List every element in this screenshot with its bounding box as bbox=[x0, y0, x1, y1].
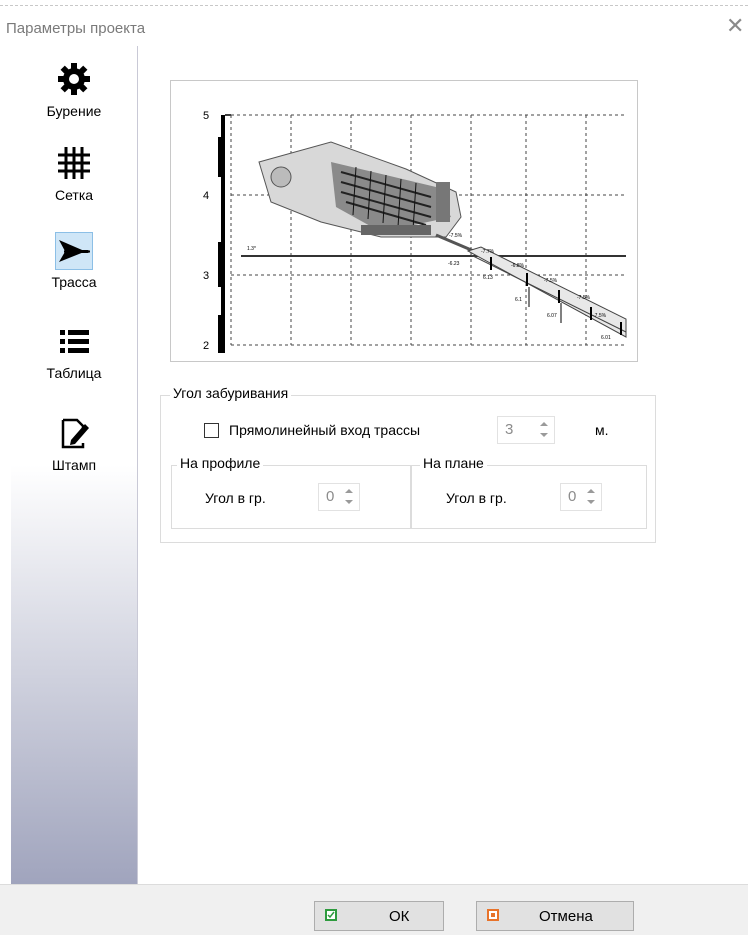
grid-icon bbox=[55, 144, 93, 182]
title-bar: Параметры проекта ✕ bbox=[0, 0, 748, 46]
sidebar-item-stamp[interactable]: Штамп bbox=[11, 414, 137, 473]
y-tick-label: 4 bbox=[203, 190, 209, 202]
ok-button[interactable]: ОК bbox=[314, 901, 444, 931]
window-title: Параметры проекта bbox=[6, 20, 146, 37]
sidebar-item-label: Трасса bbox=[51, 274, 97, 290]
sidebar-item-route[interactable]: Трасса bbox=[11, 232, 137, 290]
sidebar-item-label: Таблица bbox=[46, 365, 102, 381]
cancel-button[interactable]: Отмена bbox=[476, 901, 634, 931]
entry-length-unit: м. bbox=[595, 422, 609, 438]
close-icon[interactable]: ✕ bbox=[726, 14, 744, 39]
route-annotation: 6.13 bbox=[483, 275, 493, 281]
y-tick-label: 5 bbox=[203, 110, 209, 122]
plan-group-title: На плане bbox=[420, 455, 487, 471]
plan-angle-stepper[interactable]: 0 bbox=[560, 483, 602, 511]
spin-down-button[interactable] bbox=[339, 497, 357, 508]
y-tick-label: 2 bbox=[203, 340, 209, 352]
spin-down-button[interactable] bbox=[534, 430, 552, 441]
sidebar-item-table[interactable]: Таблица bbox=[11, 322, 137, 381]
dialog-footer: ОК Отмена bbox=[0, 884, 748, 935]
cancel-icon bbox=[487, 909, 499, 921]
sidebar-item-grid[interactable]: Сетка bbox=[11, 144, 137, 203]
spin-up-button[interactable] bbox=[581, 486, 599, 497]
plan-angle-label: Угол в гр. bbox=[446, 490, 507, 506]
drilling-rig-illustration bbox=[258, 141, 477, 254]
route-annotation: -7.5% bbox=[449, 233, 463, 239]
stamp-edit-icon bbox=[55, 414, 93, 452]
cancel-label: Отмена bbox=[539, 908, 593, 925]
route-annotation: 6.07 bbox=[547, 313, 557, 319]
sidebar: Бурение Сетка Трасса Таблица Штамп bbox=[11, 46, 138, 884]
route-annotation: 6.01 bbox=[601, 335, 611, 341]
entry-angle-group: Угол забуривания Прямолинейный вход трас… bbox=[160, 385, 656, 543]
profile-angle-stepper[interactable]: 0 bbox=[318, 483, 360, 511]
spin-up-button[interactable] bbox=[534, 419, 552, 430]
profile-angle-value: 0 bbox=[326, 488, 335, 505]
title-divider bbox=[0, 5, 748, 6]
profile-group-title: На профиле bbox=[177, 455, 264, 471]
route-annotation: -7.5% bbox=[544, 278, 558, 284]
entry-angle-group-title: Угол забуривания bbox=[170, 385, 292, 401]
spin-up-button[interactable] bbox=[339, 486, 357, 497]
sidebar-item-drilling[interactable]: Бурение bbox=[11, 60, 137, 119]
route-annotation: -7.5% bbox=[593, 313, 607, 319]
plan-group: На плане Угол в гр. 0 bbox=[411, 455, 647, 529]
profile-group: На профиле Угол в гр. 0 bbox=[171, 455, 411, 529]
route-icon bbox=[55, 232, 93, 270]
check-icon bbox=[325, 909, 337, 921]
straight-entry-checkbox[interactable] bbox=[204, 423, 219, 438]
route-annotation: -6.8% bbox=[511, 263, 525, 269]
entry-length-stepper[interactable]: 3 bbox=[497, 416, 555, 444]
plan-angle-value: 0 bbox=[568, 488, 577, 505]
sidebar-item-label: Штамп bbox=[51, 457, 97, 473]
straight-entry-label: Прямолинейный вход трассы bbox=[229, 422, 421, 438]
ok-label: ОК bbox=[389, 908, 410, 925]
sidebar-item-label: Сетка bbox=[54, 187, 94, 203]
gear-icon bbox=[55, 60, 93, 98]
entry-length-value: 3 bbox=[505, 421, 514, 438]
spin-down-button[interactable] bbox=[581, 497, 599, 508]
route-annotation: 1.3* bbox=[247, 246, 256, 252]
route-annotation: -6.23 bbox=[448, 261, 460, 267]
profile-angle-label: Угол в гр. bbox=[205, 490, 266, 506]
sidebar-item-label: Бурение bbox=[46, 103, 102, 119]
main-panel: 5 4 3 2 1.3* -7.5% -7.7% -6.8% -6.23 -7.… bbox=[138, 46, 748, 884]
route-preview-image: 5 4 3 2 1.3* -7.5% -7.7% -6.8% -6.23 -7.… bbox=[170, 80, 638, 362]
list-icon bbox=[55, 322, 93, 360]
y-tick-label: 3 bbox=[203, 270, 209, 282]
route-annotation: -7.7% bbox=[481, 249, 495, 255]
route-annotation: 6.1 bbox=[515, 297, 522, 303]
route-annotation: -7.5% bbox=[577, 295, 591, 301]
